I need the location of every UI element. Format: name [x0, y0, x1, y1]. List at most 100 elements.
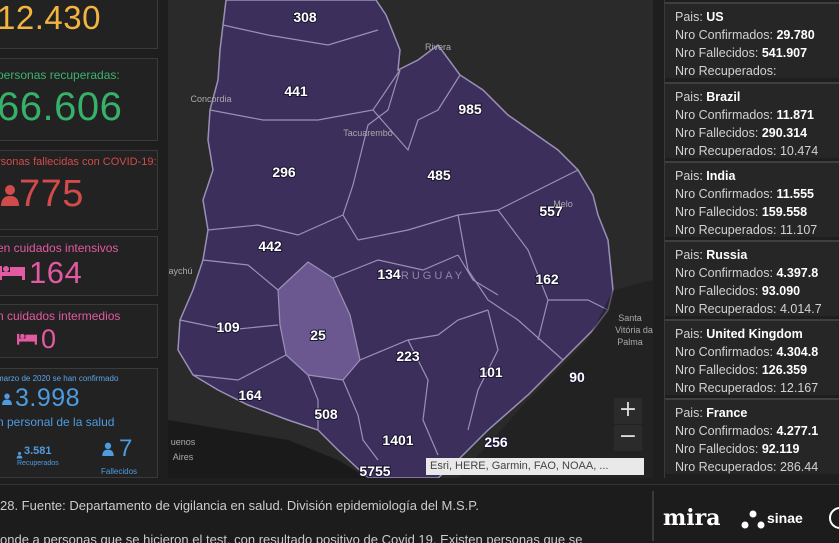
recovered-line: Nro Recuperados: 4.014.7	[675, 302, 822, 316]
sinae-icon	[741, 510, 765, 535]
place-label: uaychú	[168, 266, 193, 276]
health-intro: marzo de 2020 se han confirmado	[0, 374, 119, 383]
dept-label: 5755	[359, 463, 390, 478]
place-label: uenos	[171, 437, 196, 447]
zoom-out-button[interactable]: −	[614, 425, 642, 451]
place-label: Palma	[617, 337, 643, 347]
country-name: India	[706, 169, 736, 183]
dept-label: 508	[314, 406, 338, 422]
country-name: France	[706, 406, 748, 420]
dept-label: 162	[535, 271, 559, 287]
deaths-line: Nro Fallecidos: 92.119	[675, 442, 800, 456]
country-name: United Kingdom	[706, 327, 803, 341]
confirmed-line: Nro Confirmados: 4.277.1	[675, 424, 819, 438]
recovered-line: Nro Recuperados:	[675, 64, 777, 78]
place-label: Aires	[173, 452, 194, 462]
place-label: Vitória da	[615, 325, 653, 335]
dept-label: 296	[272, 164, 296, 180]
country-name-line: Pais: United Kingdom	[675, 327, 803, 341]
deaths-line: Nro Fallecidos: 93.090	[675, 284, 801, 298]
recovered-line: Nro Recuperados: 11.107	[675, 223, 818, 237]
place-label: Tacuarembó	[343, 128, 393, 138]
deaths-line: Nro Fallecidos: 159.558	[675, 205, 808, 219]
confirmed-line: Nro Confirmados: 4.397.8	[675, 266, 819, 280]
country-card-russia[interactable]: Pais: Russia Nro Confirmados: 4.397.8 Nr…	[665, 240, 839, 316]
country-name-line: Pais: India	[675, 169, 736, 183]
health-value: 3.998	[15, 384, 81, 412]
person-icon	[0, 184, 21, 211]
place-label: Concordia	[190, 94, 231, 104]
country-card-united-kingdom[interactable]: Pais: United Kingdom Nro Confirmados: 4.…	[665, 319, 839, 395]
sinae-logo[interactable]: sinae	[767, 510, 803, 526]
uruguay-departments-map[interactable]: 308 441 985 296 485 557 442 134 162 109 …	[168, 0, 653, 478]
deaths-card: rsonas fallecidas con COVID-19: 775	[0, 150, 158, 230]
dept-label: 109	[216, 319, 240, 335]
intermediate-label: n cuidados intermedios	[0, 309, 121, 323]
dept-label: 1401	[382, 432, 413, 448]
confirmed-line: Nro Confirmados: 11.871	[675, 108, 814, 122]
place-label: Rivera	[425, 42, 451, 52]
recovered-line: Nro Recuperados: 12.167	[675, 381, 819, 395]
bed-icon	[0, 264, 25, 285]
partner-logo-icon	[828, 507, 839, 534]
footer: 28. Fuente: Departamento de vigilancia e…	[0, 484, 839, 543]
footer-divider	[652, 491, 654, 541]
country-card-brazil[interactable]: Pais: Brazil Nro Confirmados: 11.871 Nro…	[665, 82, 839, 158]
dept-label: 985	[458, 101, 482, 117]
country-name-line: Pais: Brazil	[675, 90, 741, 104]
total-cases-value: 12.430	[0, 0, 101, 36]
country-name: Russia	[706, 248, 748, 262]
dept-label: 25	[310, 327, 326, 343]
health-staff-card: marzo de 2020 se han confirmado 3.998 n …	[0, 368, 158, 478]
country-card-india[interactable]: Pais: India Nro Confirmados: 11.555 Nro …	[665, 161, 839, 237]
map-attribution[interactable]: Esri, HERE, Garmin, FAO, NOAA, ...	[426, 458, 644, 475]
recovered-line: Nro Recuperados: 286.44	[675, 460, 819, 474]
place-label: RUGUAY	[401, 270, 465, 282]
dept-label: 256	[484, 434, 508, 450]
dept-label: 485	[427, 167, 451, 183]
country-name: US	[706, 10, 724, 24]
intermediate-card: n cuidados intermedios 0	[0, 304, 158, 358]
dept-label: 90	[569, 369, 585, 385]
dept-label: 442	[258, 238, 282, 254]
health-recovered-value: 3.581	[24, 445, 52, 457]
country-name-line: Pais: Russia	[675, 248, 748, 262]
total-cases-card: 12.430	[0, 0, 158, 49]
icu-card: en cuidados intensivos 164	[0, 236, 158, 296]
country-name: Brazil	[706, 90, 741, 104]
confirmed-line: Nro Confirmados: 11.555	[675, 187, 814, 201]
bed-icon	[17, 332, 37, 350]
icu-label: en cuidados intensivos	[0, 241, 119, 255]
deaths-value: 775	[19, 173, 84, 215]
health-recovered-label: Recuperados	[17, 460, 59, 467]
recovered-card: personas recuperadas: 66.606	[0, 58, 158, 141]
country-name-line: Pais: US	[675, 10, 724, 24]
country-card-us[interactable]: Pais: US Nro Confirmados: 29.780 Nro Fal…	[665, 2, 839, 78]
health-label: n personal de la salud	[0, 415, 115, 429]
dept-label: 164	[238, 387, 262, 403]
dept-label: 223	[396, 348, 420, 364]
deaths-line: Nro Fallecidos: 126.359	[675, 363, 808, 377]
icu-value: 164	[29, 255, 83, 290]
health-deaths-label: Fallecidos	[101, 467, 138, 476]
dept-label: 134	[377, 266, 401, 282]
map-view[interactable]: 308 441 985 296 485 557 442 134 162 109 …	[168, 0, 653, 478]
deaths-line: Nro Fallecidos: 290.314	[675, 126, 808, 140]
place-label: Santa	[618, 313, 642, 323]
country-card-france[interactable]: Pais: France Nro Confirmados: 4.277.1 Nr…	[665, 398, 839, 474]
intermediate-value: 0	[41, 324, 57, 354]
confirmed-line: Nro Confirmados: 4.304.8	[675, 345, 819, 359]
place-label: Melo	[553, 199, 573, 209]
dept-label: 101	[479, 364, 503, 380]
recovered-value: 66.606	[0, 85, 123, 129]
confirmed-line: Nro Confirmados: 29.780	[675, 28, 815, 42]
country-list[interactable]: Pais: US Nro Confirmados: 29.780 Nro Fal…	[664, 0, 839, 478]
dept-label: 441	[284, 83, 308, 99]
health-deaths-value: 7	[119, 435, 133, 462]
mira-logo[interactable]: mira	[663, 505, 720, 531]
recovered-line: Nro Recuperados: 10.474	[675, 144, 819, 158]
zoom-in-button[interactable]: +	[614, 398, 642, 424]
deaths-line: Nro Fallecidos: 541.907	[675, 46, 808, 60]
source-note: 28. Fuente: Departamento de vigilancia e…	[0, 498, 479, 513]
recovered-label: personas recuperadas:	[0, 68, 120, 82]
